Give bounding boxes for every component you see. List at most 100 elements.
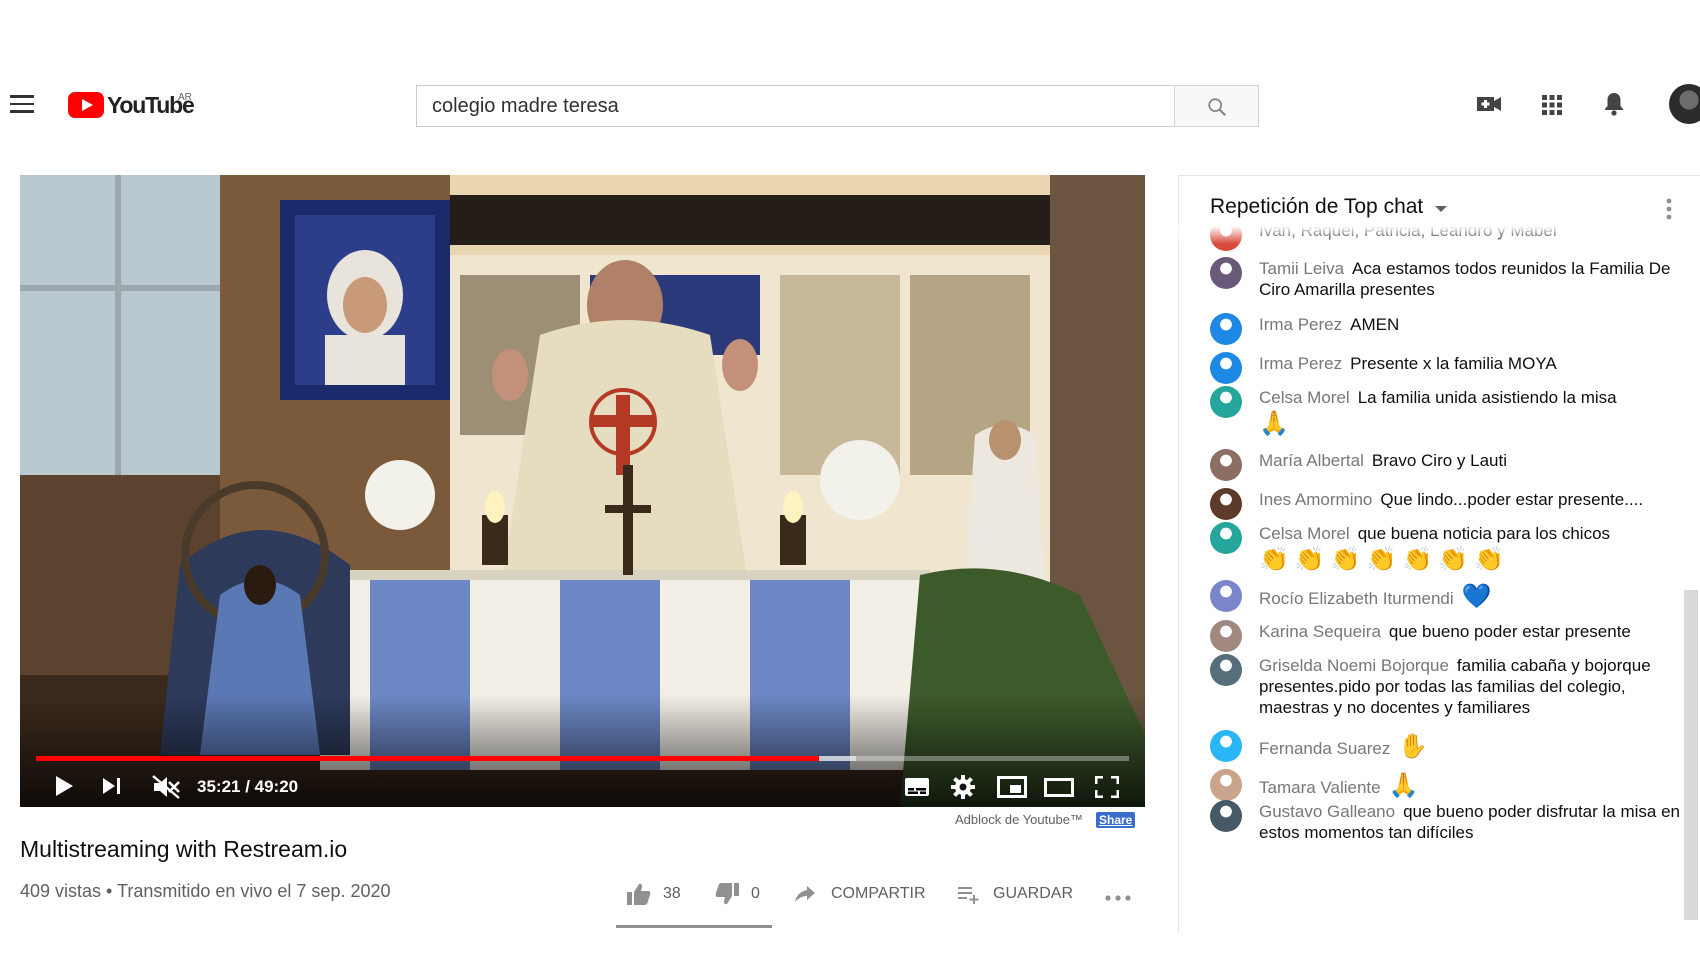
- chat-author-name[interactable]: Rocío Elizabeth Iturmendi: [1259, 589, 1454, 608]
- video-player[interactable]: 35:21 / 49:20: [20, 175, 1145, 807]
- chat-author-avatar[interactable]: [1210, 386, 1242, 418]
- chat-message-body: Rocío Elizabeth Iturmendi 💙: [1259, 581, 1684, 611]
- chat-message-body: Celsa Morel que buena noticia para los ch…: [1259, 523, 1684, 574]
- subtitles-icon[interactable]: [904, 777, 930, 797]
- chat-author-avatar[interactable]: [1210, 449, 1242, 481]
- chat-author-avatar[interactable]: [1210, 620, 1242, 652]
- apps-grid-icon[interactable]: [1541, 94, 1563, 116]
- chat-message-body: Ines Amormino Que lindo...poder estar pre…: [1259, 489, 1684, 510]
- thumbs-down-icon: [715, 883, 739, 905]
- video-meta: 409 vistas • Transmitido en vivo el 7 se…: [20, 881, 391, 901]
- chat-author-name[interactable]: Celsa Morel: [1259, 524, 1350, 543]
- time-display: 35:21 / 49:20: [197, 777, 299, 796]
- chat-author-avatar[interactable]: [1210, 522, 1242, 554]
- chat-author-name[interactable]: Ines Amormino: [1259, 490, 1372, 509]
- share-arrow-icon: [795, 886, 815, 902]
- more-actions-icon[interactable]: [1105, 894, 1131, 902]
- create-video-icon[interactable]: [1476, 93, 1502, 115]
- chat-scrollbar[interactable]: [1684, 590, 1698, 920]
- chat-message-text: Que lindo...poder estar presente....: [1380, 490, 1644, 509]
- chat-emoji: 🙏: [1259, 409, 1289, 437]
- chat-message-body: Irma Perez Presente x la familia MOYA: [1259, 353, 1684, 374]
- video-frame: [20, 175, 1145, 807]
- chat-author-name[interactable]: Irma Perez: [1259, 315, 1342, 334]
- chat-more-options-icon[interactable]: [1666, 198, 1672, 220]
- search-icon: [1208, 98, 1227, 117]
- chat-author-name[interactable]: María Albertal: [1259, 451, 1364, 470]
- chat-message-text: Presente x la familia MOYA: [1350, 354, 1557, 373]
- menu-icon[interactable]: [10, 95, 34, 113]
- next-video-icon[interactable]: [102, 777, 122, 795]
- chat-author-avatar[interactable]: [1210, 730, 1242, 762]
- sentiment-bar: [616, 925, 772, 928]
- chat-emoji: ✋: [1398, 732, 1429, 760]
- chat-author-avatar[interactable]: [1210, 257, 1242, 289]
- chat-mode-title[interactable]: Repetición de Top chat: [1210, 195, 1423, 219]
- chat-emoji: 🙏: [1388, 771, 1419, 799]
- chat-author-avatar[interactable]: [1210, 769, 1242, 801]
- chat-author-name[interactable]: Gustavo Galleano: [1259, 802, 1395, 821]
- live-chat-replay: Repetición de Top chat Iván, Raquel, Pat…: [1178, 175, 1700, 933]
- masthead: YouTube colegio madre teresa: [0, 68, 1700, 142]
- progress-bar[interactable]: [36, 756, 1129, 761]
- chat-message-body: Celsa Morel La familia unida asistiendo l…: [1259, 387, 1684, 438]
- chat-top-fade: [1178, 226, 1698, 244]
- like-button[interactable]: 38: [626, 880, 696, 910]
- chat-message-body: Karina Sequeira que bueno poder estar pre…: [1259, 621, 1684, 642]
- chat-author-name[interactable]: Irma Perez: [1259, 354, 1342, 373]
- play-icon[interactable]: [54, 775, 74, 797]
- notifications-bell-icon[interactable]: [1602, 91, 1626, 117]
- chevron-down-icon[interactable]: [1434, 205, 1448, 213]
- chat-message-list[interactable]: Iván, Raquel, Patricia, Leandro y MabelT…: [1179, 226, 1700, 933]
- chat-header: Repetición de Top chat: [1179, 176, 1700, 226]
- like-count: 38: [663, 885, 681, 902]
- chat-message-text: que bueno poder estar presente: [1388, 622, 1631, 641]
- settings-gear-icon[interactable]: [951, 775, 975, 799]
- chat-message-body: Tamii Leiva Aca estamos todos reunidos la…: [1259, 258, 1684, 300]
- chat-author-avatar[interactable]: [1210, 313, 1242, 345]
- chat-message-text: Bravo Ciro y Lauti: [1371, 451, 1508, 470]
- youtube-logo[interactable]: YouTube: [68, 90, 195, 120]
- chat-message-body: María Albertal Bravo Ciro y Lauti: [1259, 450, 1684, 471]
- chat-author-name[interactable]: Fernanda Suarez: [1259, 739, 1390, 758]
- share-label: COMPARTIR: [831, 885, 926, 902]
- dislike-count: 0: [751, 885, 760, 902]
- miniplayer-icon[interactable]: [997, 776, 1027, 798]
- chat-message-text: La familia unida asistiendo la misa: [1357, 388, 1617, 407]
- chat-author-avatar[interactable]: [1210, 800, 1242, 832]
- chat-author-name[interactable]: Celsa Morel: [1259, 388, 1350, 407]
- chat-author-name[interactable]: Karina Sequeira: [1259, 622, 1381, 641]
- chat-author-name[interactable]: Griselda Noemi Bojorque: [1259, 656, 1449, 675]
- dislike-button[interactable]: 0: [714, 880, 774, 910]
- account-avatar[interactable]: [1669, 84, 1700, 124]
- chat-message-text: que buena noticia para los chicos: [1357, 524, 1611, 543]
- video-title: Multistreaming with Restream.io: [20, 836, 348, 862]
- logo-country-code: AR: [178, 92, 192, 103]
- add-to-playlist-icon: [958, 887, 979, 904]
- share-button[interactable]: COMPARTIR: [794, 880, 934, 910]
- chat-message-body: Griselda Noemi Bojorque familia cabaña y …: [1259, 655, 1684, 718]
- progress-played: [36, 756, 820, 761]
- adblock-share-link[interactable]: Share: [1096, 812, 1136, 828]
- chat-author-avatar[interactable]: [1210, 352, 1242, 384]
- youtube-play-icon: [68, 92, 104, 118]
- theater-mode-icon[interactable]: [1044, 778, 1074, 797]
- save-label: GUARDAR: [993, 885, 1074, 902]
- chat-message-body: Gustavo Galleano que bueno poder disfruta…: [1259, 801, 1684, 843]
- chat-emoji: 👏👏👏👏👏👏👏: [1259, 545, 1511, 573]
- chat-author-name[interactable]: Tamii Leiva: [1259, 259, 1344, 278]
- chat-message-body: Tamara Valiente 🙏: [1259, 770, 1684, 800]
- search-button[interactable]: [1174, 85, 1259, 127]
- muted-volume-icon[interactable]: [152, 775, 180, 799]
- save-button[interactable]: GUARDAR: [958, 880, 1078, 910]
- player-controls: 35:21 / 49:20: [20, 765, 1145, 807]
- chat-author-avatar[interactable]: [1210, 488, 1242, 520]
- fullscreen-icon[interactable]: [1095, 776, 1119, 798]
- chat-message-text: AMEN: [1350, 315, 1400, 334]
- thumbs-up-icon: [627, 883, 651, 905]
- chat-author-avatar[interactable]: [1210, 580, 1242, 612]
- chat-author-name[interactable]: Tamara Valiente: [1259, 778, 1381, 797]
- chat-emoji: 💙: [1461, 582, 1492, 610]
- chat-author-avatar[interactable]: [1210, 654, 1242, 686]
- search-input[interactable]: colegio madre teresa: [416, 85, 1174, 127]
